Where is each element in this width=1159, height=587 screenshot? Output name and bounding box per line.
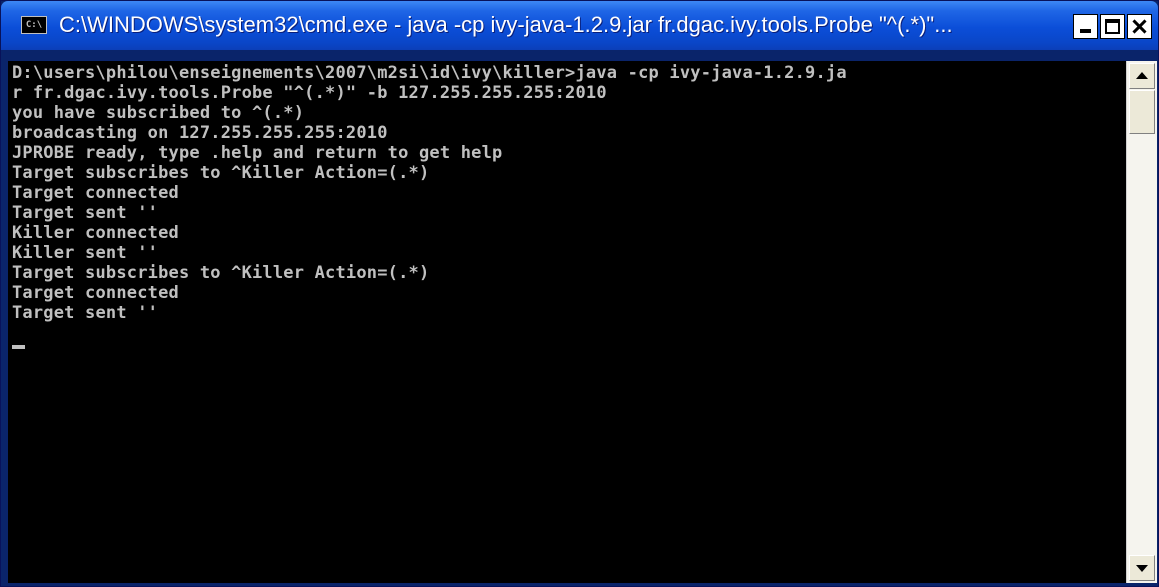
title-bar[interactable]: C:\ C:\WINDOWS\system32\cmd.exe - java -… bbox=[1, 1, 1158, 50]
console-line: Target subscribes to ^Killer Action=(.*) bbox=[12, 263, 430, 283]
close-icon[interactable] bbox=[1127, 14, 1152, 39]
maximize-icon[interactable] bbox=[1100, 14, 1125, 39]
console-line: JPROBE ready, type .help and return to g… bbox=[12, 143, 503, 163]
cmd-window: C:\ C:\WINDOWS\system32\cmd.exe - java -… bbox=[0, 0, 1159, 587]
cmd-app-icon[interactable]: C:\ bbox=[21, 16, 47, 34]
minimize-icon[interactable] bbox=[1073, 14, 1098, 39]
console-line: Target sent '' bbox=[12, 303, 159, 323]
text-cursor bbox=[12, 345, 25, 349]
console-line: Target connected bbox=[12, 283, 179, 303]
console-output[interactable]: D:\users\philou\enseignements\2007\m2si\… bbox=[8, 61, 1126, 583]
scroll-thumb[interactable] bbox=[1129, 90, 1155, 134]
console-line: Target subscribes to ^Killer Action=(.*) bbox=[12, 163, 430, 183]
window-title: C:\WINDOWS\system32\cmd.exe - java -cp i… bbox=[59, 12, 953, 37]
console-line: Target connected bbox=[12, 183, 179, 203]
console-line: Target sent '' bbox=[12, 203, 159, 223]
scroll-up-icon[interactable] bbox=[1129, 63, 1155, 89]
console-line: Killer sent '' bbox=[12, 243, 159, 263]
console-line: r fr.dgac.ivy.tools.Probe "^(.*)" -b 127… bbox=[12, 83, 607, 103]
console-text-area: D:\users\philou\enseignements\2007\m2si\… bbox=[12, 63, 1124, 349]
console-line: you have subscribed to ^(.*) bbox=[12, 103, 305, 123]
scroll-down-icon[interactable] bbox=[1129, 555, 1155, 581]
console-line: Killer connected bbox=[12, 223, 179, 243]
vertical-scrollbar[interactable] bbox=[1126, 61, 1157, 583]
console-line: D:\users\philou\enseignements\2007\m2si\… bbox=[12, 63, 847, 83]
console-line: broadcasting on 127.255.255.255:2010 bbox=[12, 123, 388, 143]
